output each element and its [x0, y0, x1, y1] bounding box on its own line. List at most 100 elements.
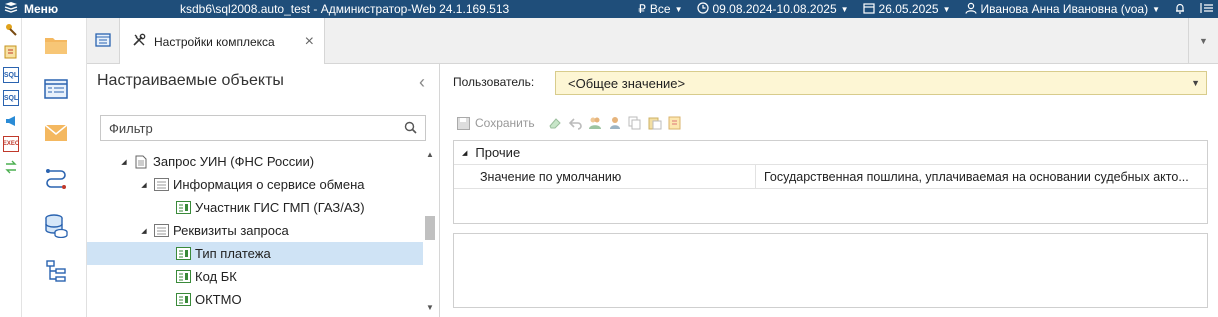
user-icon[interactable]: [607, 115, 623, 131]
property-row[interactable]: Значение по умолчанию Государственная по…: [454, 165, 1207, 189]
user-label: Иванова Анна Ивановна (voa): [980, 2, 1149, 16]
panel-title: Настраиваемые объекты: [97, 72, 284, 89]
filter-placeholder: Фильтр: [109, 120, 153, 136]
chevron-down-icon: ▼: [1199, 36, 1208, 46]
users-icon[interactable]: [587, 115, 603, 131]
user-select[interactable]: <Общее значение> ▼: [555, 71, 1207, 95]
undo-icon[interactable]: [567, 115, 583, 131]
mail-icon[interactable]: [44, 122, 68, 146]
folder-icon[interactable]: [44, 34, 68, 58]
report-icon[interactable]: [3, 44, 19, 60]
tree-item-selected[interactable]: Тип платежа: [87, 242, 423, 265]
chevron-down-icon[interactable]: ▼: [1191, 78, 1200, 88]
collapse-triangle-icon[interactable]: ◢: [462, 149, 467, 157]
tree-item[interactable]: ◢ Реквизиты запроса: [87, 219, 423, 242]
field-icon: [175, 200, 191, 216]
navigation-sidebar: [22, 18, 87, 317]
copy-icon[interactable]: [627, 115, 643, 131]
chevron-down-icon: ▼: [674, 4, 683, 14]
tree-item-label: Реквизиты запроса: [173, 223, 289, 238]
eraser-icon[interactable]: [547, 115, 563, 131]
user-icon: [964, 2, 977, 17]
budget-label: Все: [649, 2, 671, 16]
tree-item[interactable]: Код БК: [87, 265, 423, 288]
period-label: 09.08.2024-10.08.2025: [712, 2, 837, 16]
megaphone-icon[interactable]: [3, 113, 19, 129]
tab-label: Настройки комплекса: [154, 34, 275, 49]
expanded-triangle-icon[interactable]: ◢: [139, 181, 149, 189]
tabs-bar: Настройки комплекса × ▼: [87, 18, 1218, 65]
scroll-down-icon[interactable]: ▼: [424, 303, 436, 315]
settings-toolbar: Сохранить: [455, 113, 683, 133]
document-icon: [133, 154, 149, 170]
budget-selector[interactable]: ₽ Все ▼: [638, 2, 682, 16]
date-label: 26.05.2025: [878, 2, 939, 16]
exit-icon[interactable]: [1200, 2, 1214, 17]
tabs-dropdown-button[interactable]: ▼: [1188, 18, 1218, 64]
chevron-down-icon: ▼: [840, 4, 849, 14]
window-list-icon[interactable]: [44, 78, 68, 102]
save-icon: [455, 115, 471, 131]
description-box: [453, 233, 1208, 308]
calendar-icon: [862, 2, 875, 17]
scroll-up-icon[interactable]: ▲: [424, 150, 436, 162]
tree-item-label: Код БК: [195, 269, 237, 284]
property-grid: ◢ Прочие Значение по умолчанию Государст…: [453, 140, 1208, 224]
property-value[interactable]: Государственная пошлина, уплачиваемая на…: [756, 170, 1196, 184]
chevron-down-icon: ▼: [942, 4, 951, 14]
tools-icon[interactable]: [3, 21, 19, 37]
chevron-left-icon[interactable]: ‹: [419, 72, 425, 93]
user-select-value: <Общее значение>: [568, 75, 686, 91]
period-selector[interactable]: 09.08.2024-10.08.2025 ▼: [696, 1, 849, 17]
hierarchy-icon[interactable]: [44, 260, 68, 284]
bell-icon[interactable]: [1174, 2, 1186, 17]
user-field-label: Пользователь:: [453, 75, 535, 89]
expanded-triangle-icon[interactable]: ◢: [139, 227, 149, 235]
tab-home[interactable]: [87, 18, 119, 64]
export-icon[interactable]: [667, 115, 683, 131]
tree-item[interactable]: Участник ГИС ГМП (ГАЗ/АЗ): [87, 196, 423, 219]
property-group[interactable]: ◢ Прочие: [454, 141, 1207, 165]
field-icon: [175, 269, 191, 285]
scrollbar-thumb[interactable]: [425, 216, 435, 240]
tab-settings[interactable]: Настройки комплекса ×: [119, 18, 325, 65]
filter-input[interactable]: Фильтр: [100, 115, 426, 141]
search-icon[interactable]: [404, 121, 417, 137]
tree-scrollbar[interactable]: ▲ ▼: [424, 150, 436, 315]
tree-item-label: Запрос УИН (ФНС России): [153, 154, 315, 169]
sql-script-icon[interactable]: SQL: [3, 90, 19, 106]
database-icon[interactable]: [44, 214, 68, 239]
menu-button[interactable]: Меню: [0, 1, 170, 18]
window-icon: [95, 32, 111, 50]
transfer-icon[interactable]: [3, 159, 19, 175]
object-tree: ◢ Запрос УИН (ФНС России) ◢ Информация о…: [87, 150, 423, 317]
route-icon[interactable]: [44, 168, 68, 192]
sql-icon[interactable]: SQL: [3, 67, 19, 83]
tree-item[interactable]: ◢ Информация о сервисе обмена: [87, 173, 423, 196]
tree-item[interactable]: ОКТМО: [87, 288, 423, 311]
save-button[interactable]: Сохранить: [475, 116, 535, 130]
list-icon: [153, 223, 169, 239]
date-selector[interactable]: 26.05.2025 ▼: [862, 2, 951, 17]
tree-item-label: ОКТМО: [195, 292, 242, 307]
ruble-icon: ₽: [638, 2, 646, 16]
settings-panel: Пользователь: <Общее значение> ▼ Сохрани…: [441, 64, 1218, 317]
tree-item-label: Информация о сервисе обмена: [173, 177, 365, 192]
title-bar: Меню ksdb6\sql2008.auto_test - Администр…: [0, 0, 1218, 18]
tree-panel: Настраиваемые объекты ‹ Фильтр ◢ Запрос …: [87, 64, 440, 317]
paste-icon[interactable]: [647, 115, 663, 131]
tree-item-label: Тип платежа: [195, 246, 271, 261]
expanded-triangle-icon[interactable]: ◢: [119, 158, 129, 166]
field-icon: [175, 246, 191, 262]
tree-item[interactable]: ◢ Запрос УИН (ФНС России): [87, 150, 423, 173]
wrench-screwdriver-icon: [132, 33, 146, 50]
close-icon[interactable]: ×: [305, 33, 314, 51]
property-key: Значение по умолчанию: [454, 165, 756, 188]
window-title: ksdb6\sql2008.auto_test - Администратор-…: [180, 2, 510, 16]
exec-icon[interactable]: EXEC: [3, 136, 19, 152]
clock-icon: [696, 1, 709, 17]
menu-label: Меню: [24, 2, 59, 16]
user-selector[interactable]: Иванова Анна Ивановна (voa) ▼: [964, 2, 1160, 17]
tree-item-label: Участник ГИС ГМП (ГАЗ/АЗ): [195, 200, 365, 215]
field-icon: [175, 292, 191, 308]
